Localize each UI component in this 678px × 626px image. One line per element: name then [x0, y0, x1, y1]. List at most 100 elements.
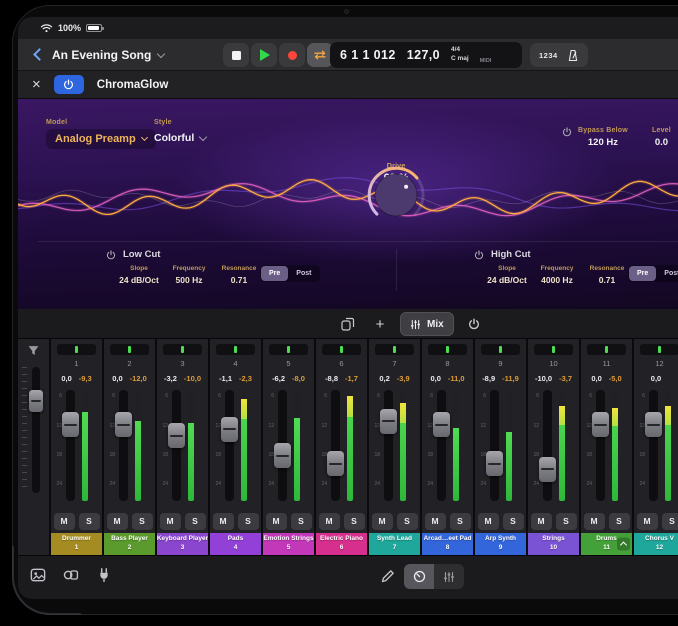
- expand-button[interactable]: [617, 538, 630, 551]
- fader-track[interactable]: [172, 390, 181, 501]
- pan-control[interactable]: [428, 344, 467, 355]
- pan-control[interactable]: [216, 344, 255, 355]
- pan-control[interactable]: [322, 344, 361, 355]
- track-label[interactable]: Emotion Strings 5: [263, 533, 314, 555]
- pan-control[interactable]: [587, 344, 626, 355]
- mute-button[interactable]: M: [478, 513, 499, 530]
- solo-button[interactable]: S: [662, 513, 678, 530]
- fader-cap[interactable]: [645, 412, 662, 437]
- track-label[interactable]: Drums 11: [581, 533, 632, 555]
- solo-button[interactable]: S: [185, 513, 206, 530]
- track-label[interactable]: Bass Player 2: [104, 533, 155, 555]
- fader-cap[interactable]: [592, 412, 609, 437]
- solo-button[interactable]: S: [503, 513, 524, 530]
- fader-cap[interactable]: [62, 412, 79, 437]
- model-control[interactable]: Model Analog Preamp: [46, 119, 156, 149]
- mute-button[interactable]: M: [425, 513, 446, 530]
- plug-icon[interactable]: [96, 567, 112, 583]
- lcd-display[interactable]: 6 1 1 012 127,0 4/4 C maj MIDI: [330, 42, 522, 68]
- power-icon[interactable]: [106, 250, 116, 260]
- low-cut-frequency[interactable]: Frequency 500 Hz: [166, 265, 212, 285]
- fader-track[interactable]: [596, 390, 605, 501]
- power-icon[interactable]: [474, 250, 484, 260]
- fader-cap[interactable]: [486, 451, 503, 476]
- mute-button[interactable]: M: [160, 513, 181, 530]
- fader-track[interactable]: [543, 390, 552, 501]
- high-cut-post-button[interactable]: Post: [656, 266, 678, 281]
- master-fader[interactable]: [32, 367, 40, 493]
- mute-button[interactable]: M: [107, 513, 128, 530]
- fader-cap[interactable]: [221, 417, 238, 442]
- pan-control[interactable]: [269, 344, 308, 355]
- low-cut-pre-button[interactable]: Pre: [261, 266, 288, 281]
- fader-cap[interactable]: [539, 457, 556, 482]
- low-cut-slope[interactable]: Slope 24 dB/Oct: [116, 265, 162, 285]
- drive-knob[interactable]: [367, 166, 425, 224]
- track-label[interactable]: Chorus V 12: [634, 533, 678, 555]
- level-control[interactable]: Level 0.0: [652, 127, 671, 148]
- high-cut-pre-button[interactable]: Pre: [629, 266, 656, 281]
- mute-button[interactable]: M: [213, 513, 234, 530]
- pan-control[interactable]: [481, 344, 520, 355]
- fader-track[interactable]: [225, 390, 234, 501]
- back-button[interactable]: [32, 49, 44, 61]
- fader-track[interactable]: [331, 390, 340, 501]
- pan-control[interactable]: [110, 344, 149, 355]
- high-cut-resonance[interactable]: Resonance 0.71: [584, 265, 630, 285]
- fader-cap[interactable]: [433, 412, 450, 437]
- solo-button[interactable]: S: [291, 513, 312, 530]
- pan-control[interactable]: [640, 344, 678, 355]
- count-in-button[interactable]: 1234: [539, 51, 558, 60]
- fader-cap[interactable]: [115, 412, 132, 437]
- fader-track[interactable]: [119, 390, 128, 501]
- media-browser-icon[interactable]: [30, 567, 46, 583]
- mute-button[interactable]: M: [637, 513, 658, 530]
- mute-button[interactable]: M: [319, 513, 340, 530]
- close-icon[interactable]: ×: [32, 77, 41, 92]
- faders-view-button[interactable]: [434, 564, 464, 589]
- mix-view-button[interactable]: Mix: [400, 312, 454, 336]
- solo-button[interactable]: S: [556, 513, 577, 530]
- bypass-below-control[interactable]: Bypass Below 120 Hz: [562, 127, 628, 148]
- mute-button[interactable]: M: [54, 513, 75, 530]
- loops-browser-icon[interactable]: [63, 567, 79, 583]
- fader-track[interactable]: [649, 390, 658, 501]
- metronome-icon[interactable]: [567, 49, 579, 62]
- track-label[interactable]: Drummer 1: [51, 533, 102, 555]
- track-label[interactable]: Electric Piano 6: [316, 533, 367, 555]
- solo-button[interactable]: S: [238, 513, 259, 530]
- solo-button[interactable]: S: [79, 513, 100, 530]
- track-label[interactable]: Keyboard Player 3: [157, 533, 208, 555]
- pan-control[interactable]: [534, 344, 573, 355]
- mute-button[interactable]: M: [531, 513, 552, 530]
- track-label[interactable]: Arcad…eet Pad 8: [422, 533, 473, 555]
- fader-track[interactable]: [278, 390, 287, 501]
- track-label[interactable]: Pads 4: [210, 533, 261, 555]
- low-cut-resonance[interactable]: Resonance 0.71: [216, 265, 262, 285]
- pan-control[interactable]: [57, 344, 96, 355]
- controls-view-button[interactable]: [404, 564, 434, 589]
- add-track-button[interactable]: +: [368, 312, 392, 336]
- track-label[interactable]: Strings 10: [528, 533, 579, 555]
- solo-button[interactable]: S: [132, 513, 153, 530]
- fader-cap[interactable]: [380, 409, 397, 434]
- mute-button[interactable]: M: [584, 513, 605, 530]
- fader-track[interactable]: [66, 390, 75, 501]
- high-cut-slope[interactable]: Slope 24 dB/Oct: [484, 265, 530, 285]
- fader-track[interactable]: [437, 390, 446, 501]
- fader-cap[interactable]: [274, 443, 291, 468]
- high-cut-frequency[interactable]: Frequency 4000 Hz: [534, 265, 580, 285]
- track-label[interactable]: Synth Lead 7: [369, 533, 420, 555]
- mixer-power-button[interactable]: [462, 312, 486, 336]
- filter-icon[interactable]: [27, 344, 40, 357]
- pan-control[interactable]: [375, 344, 414, 355]
- play-button[interactable]: [251, 43, 277, 67]
- plugin-tiles-button[interactable]: [336, 312, 360, 336]
- record-button[interactable]: [279, 43, 305, 67]
- solo-button[interactable]: S: [609, 513, 630, 530]
- fader-cap[interactable]: [327, 451, 344, 476]
- stop-button[interactable]: [223, 43, 249, 67]
- pan-control[interactable]: [163, 344, 202, 355]
- solo-button[interactable]: S: [450, 513, 471, 530]
- plugin-power-button[interactable]: [54, 75, 84, 94]
